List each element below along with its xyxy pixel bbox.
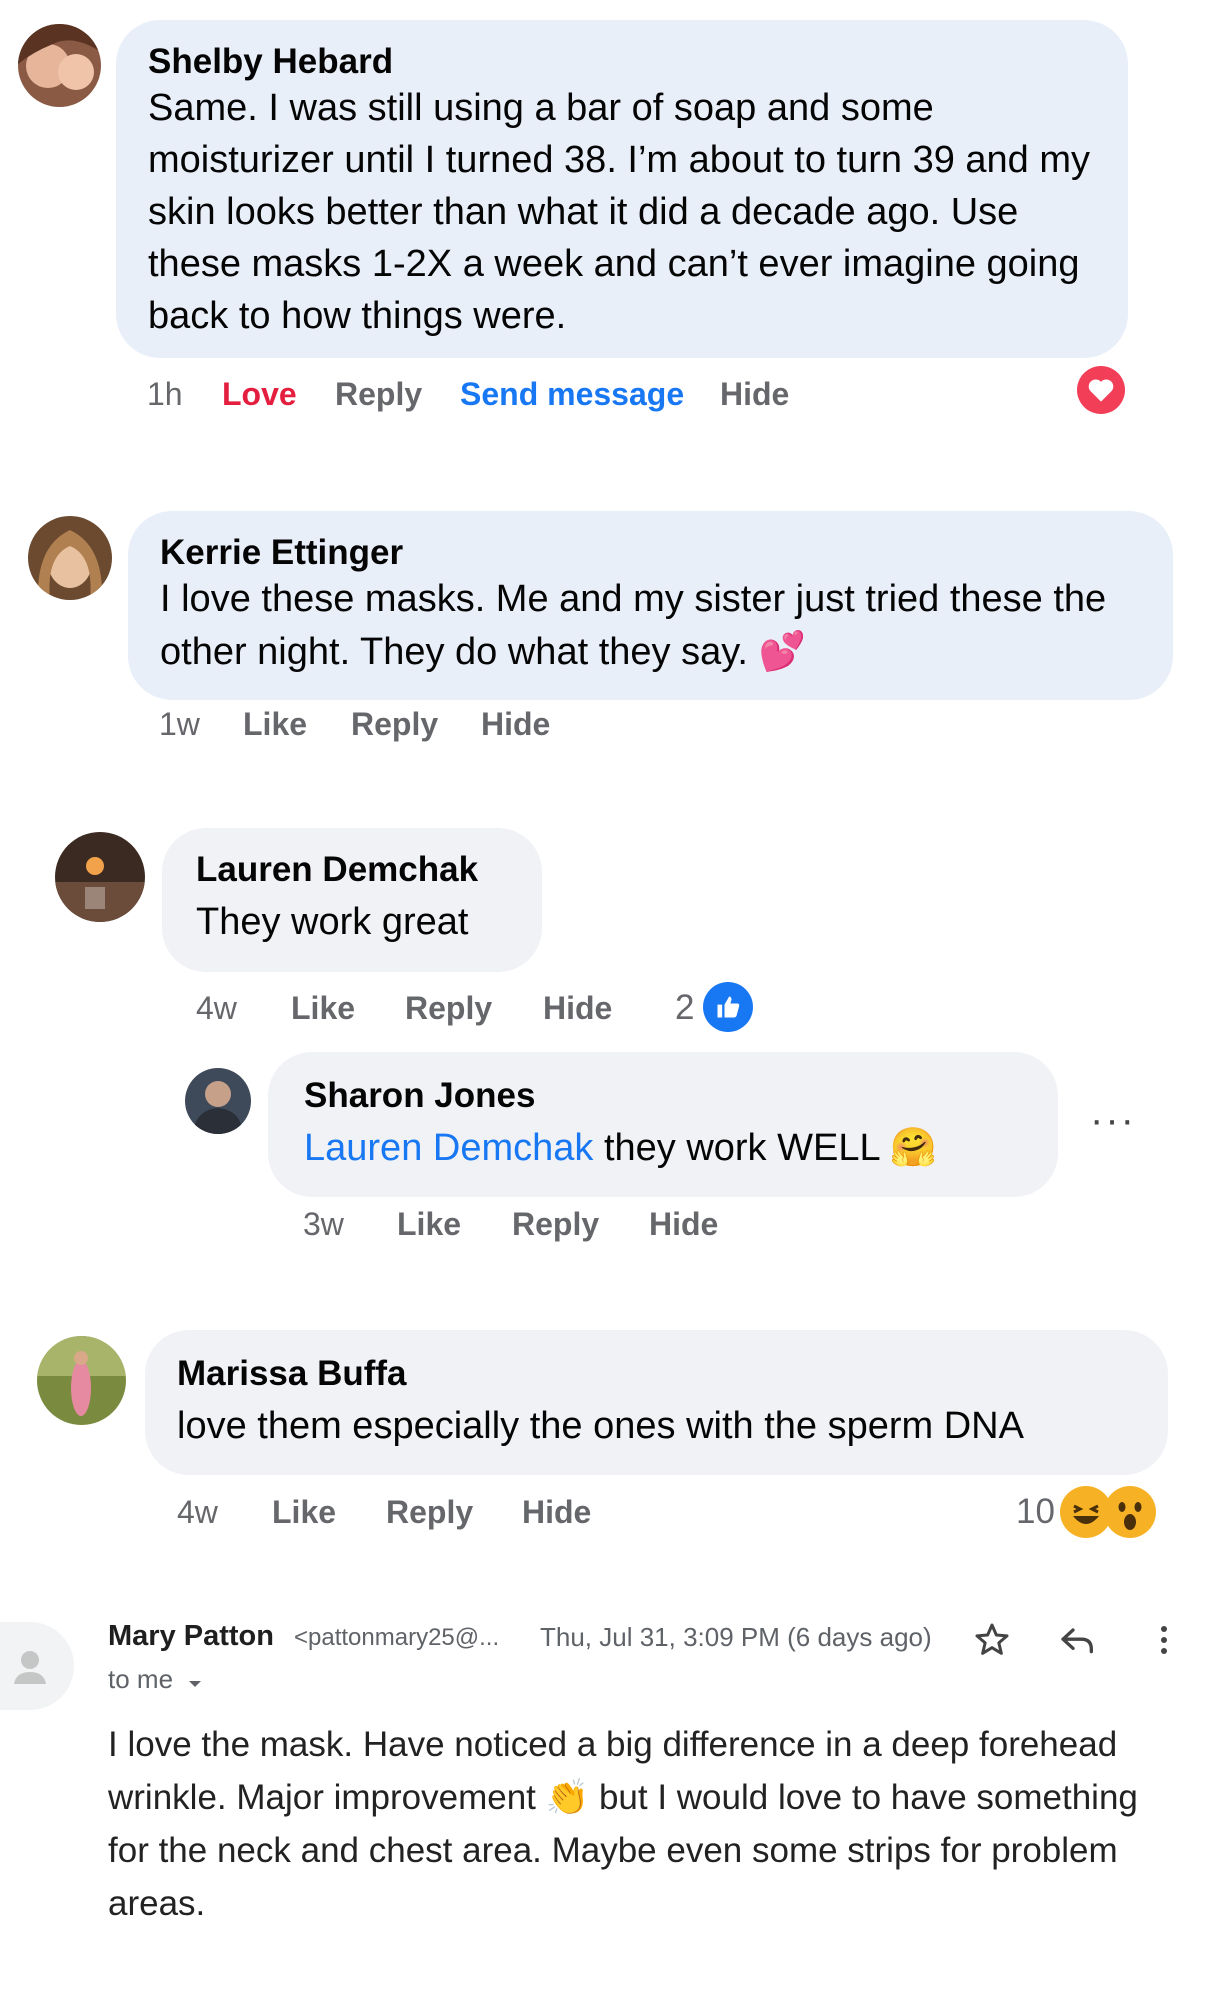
comment-bubble: Marissa Buffa love them especially the o… [145, 1330, 1168, 1475]
avatar[interactable] [37, 1336, 126, 1425]
star-icon[interactable] [972, 1620, 1012, 1660]
reply-button[interactable]: Reply [386, 1494, 473, 1531]
comment-time[interactable]: 4w [177, 1494, 218, 1531]
commenter-name[interactable]: Marissa Buffa [177, 1354, 407, 1394]
chevron-down-icon[interactable] [186, 1666, 204, 1697]
email-recipient[interactable]: to me [108, 1664, 204, 1697]
comment-text: love them especially the ones with the s… [177, 1405, 1024, 1447]
comment-time[interactable]: 1h [147, 376, 183, 413]
comment-time[interactable]: 3w [303, 1206, 344, 1243]
reaction-count[interactable]: 2 [675, 988, 694, 1028]
hide-button[interactable]: Hide [522, 1494, 591, 1531]
comment-text: Same. I was still using a bar of soap an… [148, 87, 1091, 337]
avatar [0, 1622, 74, 1710]
commenter-name[interactable]: Sharon Jones [304, 1076, 535, 1116]
heart-icon [1077, 366, 1125, 414]
comment-text: They work great [196, 901, 469, 943]
love-button[interactable]: Love [222, 376, 297, 413]
more-options-icon[interactable]: ··· [1090, 1098, 1136, 1143]
email-sender-address: <pattonmary25@... [294, 1624, 500, 1651]
mention-link[interactable]: Lauren Demchak [304, 1127, 593, 1169]
reply-button[interactable]: Reply [405, 990, 492, 1027]
comment-bubble: Kerrie Ettinger I love these masks. Me a… [128, 511, 1173, 700]
comment-bubble: Shelby Hebard Same. I was still using a … [116, 20, 1128, 358]
like-button[interactable]: Like [397, 1206, 461, 1243]
avatar[interactable] [185, 1068, 251, 1134]
reply-button[interactable]: Reply [512, 1206, 599, 1243]
clapping-hands-icon: 👏 [545, 1778, 590, 1817]
like-button[interactable]: Like [291, 990, 355, 1027]
like-button[interactable]: Like [272, 1494, 336, 1531]
reply-button[interactable]: Reply [351, 706, 438, 743]
hide-button[interactable]: Hide [649, 1206, 718, 1243]
like-icon[interactable] [703, 982, 753, 1032]
avatar[interactable] [18, 24, 101, 107]
email-body: I love the mask. Have noticed a big diff… [108, 1725, 1138, 1923]
avatar[interactable] [55, 832, 145, 922]
email-sender-name[interactable]: Mary Patton [108, 1620, 274, 1653]
commenter-name[interactable]: Shelby Hebard [148, 42, 393, 82]
reply-bubble: Sharon Jones Lauren Demchak they work WE… [268, 1052, 1058, 1197]
hide-button[interactable]: Hide [543, 990, 612, 1027]
comment-time[interactable]: 4w [196, 990, 237, 1027]
reply-icon[interactable] [1058, 1620, 1098, 1660]
commenter-name[interactable]: Kerrie Ettinger [160, 533, 403, 573]
reaction-count[interactable]: 10 [1016, 1492, 1055, 1532]
comment-bubble: Lauren Demchak They work great [162, 828, 542, 972]
hide-button[interactable]: Hide [481, 706, 550, 743]
commenter-name[interactable]: Lauren Demchak [196, 850, 478, 890]
hugging-face-icon: 🤗 [889, 1127, 938, 1169]
comment-text: Lauren Demchak they work WELL 🤗 [304, 1127, 938, 1169]
more-vertical-icon[interactable] [1152, 1620, 1176, 1660]
hide-button[interactable]: Hide [720, 376, 789, 413]
comment-time[interactable]: 1w [159, 706, 200, 743]
wow-icon[interactable] [1104, 1486, 1156, 1538]
send-message-button[interactable]: Send message [460, 376, 684, 413]
email-date: Thu, Jul 31, 3:09 PM (6 days ago) [540, 1622, 932, 1652]
reply-button[interactable]: Reply [335, 376, 422, 413]
avatar[interactable] [28, 516, 112, 600]
comment-text: I love these masks. Me and my sister jus… [160, 578, 1107, 673]
like-button[interactable]: Like [243, 706, 307, 743]
two-hearts-icon: 💕 [758, 631, 806, 673]
